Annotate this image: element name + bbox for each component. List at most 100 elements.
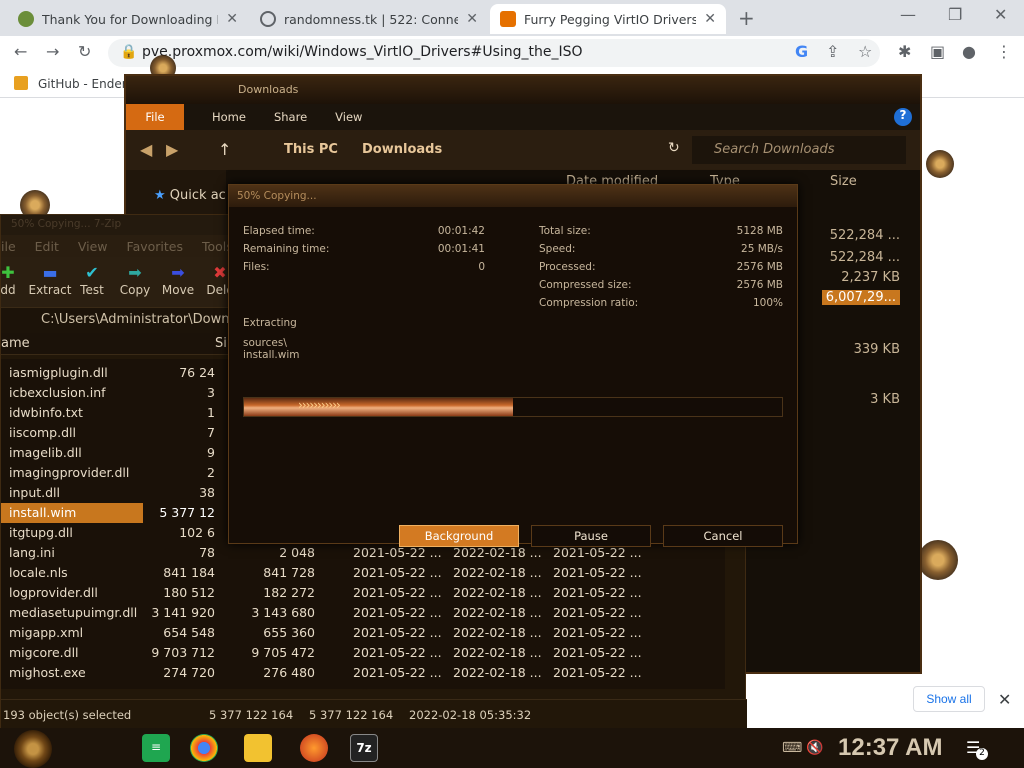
explorer-title-bar: Downloads (126, 76, 920, 104)
cell-name: install.wim (9, 505, 77, 520)
address-bar[interactable]: 🔒 pve.proxmox.com/wiki/Windows_VirtIO_Dr… (108, 39, 880, 67)
gear-icon (918, 540, 958, 580)
restore-icon[interactable]: ❐ (948, 5, 962, 24)
cell-name: lang.ini (9, 545, 55, 560)
menu-icon[interactable]: ⋮ (996, 42, 1012, 61)
menu-file[interactable]: ile (1, 239, 16, 254)
file-size-selected[interactable]: 6,007,29... (821, 290, 900, 305)
close-icon[interactable]: ✕ (704, 11, 716, 27)
column-size[interactable]: Size (830, 174, 857, 189)
forward-icon[interactable]: ▶ (166, 140, 178, 159)
cell-mod: 2021-05-22 ... (353, 565, 442, 580)
extensions-icon[interactable]: ✱ (898, 42, 911, 61)
help-icon[interactable]: ? (894, 108, 912, 126)
status-date: 2022-02-18 05:35:32 (409, 708, 532, 722)
speed-label: Speed: (539, 243, 576, 255)
minimize-icon[interactable]: — (900, 5, 916, 24)
background-button[interactable]: Background (399, 525, 519, 547)
cell-psize: 841 728 (263, 565, 315, 580)
file-size: 522,284 ... (829, 228, 900, 243)
table-row[interactable]: mighost.exe 274 720 276 480 2021-05-22 ... 2… (1, 663, 725, 683)
forward-icon[interactable]: → (46, 42, 59, 61)
new-tab-button[interactable]: + (738, 6, 755, 30)
breadcrumb-downloads[interactable]: Downloads (362, 142, 442, 157)
cancel-button[interactable]: Cancel (663, 525, 783, 547)
globe-icon (260, 11, 276, 27)
cell-name: iasmigplugin.dll (9, 365, 108, 380)
google-icon[interactable]: G (795, 42, 808, 61)
cell-size: 3 (207, 385, 215, 400)
elapsed-label: Elapsed time: (243, 225, 315, 237)
share-icon[interactable]: ⇪ (826, 42, 839, 61)
cell-cre: 2022-02-18 ... (453, 585, 542, 600)
remaining-label: Remaining time: (243, 243, 330, 255)
cell-mod: 2021-05-22 ... (353, 665, 442, 680)
refresh-icon[interactable]: ↻ (668, 140, 680, 156)
site-icon (18, 11, 34, 27)
browser-tab-3[interactable]: Furry Pegging VirtIO Drivers - Pro ✕ (490, 4, 726, 34)
ribbon-tab-view[interactable]: View (335, 110, 362, 124)
table-row[interactable]: migcore.dll 9 703 712 9 705 472 2021-05-22 … (1, 643, 725, 663)
cell-name: migapp.xml (9, 625, 84, 640)
table-row[interactable]: logprovider.dll 180 512 182 272 2021-05-22 … (1, 583, 725, 603)
dialog-title: 50% Copying... (229, 185, 797, 207)
up-icon[interactable]: ↑ (218, 140, 231, 159)
ribbon-tab-share[interactable]: Share (274, 110, 307, 124)
menu-view[interactable]: View (78, 239, 108, 254)
file-size: 339 KB (853, 342, 900, 357)
current-file-path: sources\ (243, 337, 287, 349)
compression-ratio-label: Compression ratio: (539, 297, 639, 309)
back-icon[interactable]: ◀ (140, 140, 152, 159)
column-name[interactable]: ame (1, 336, 30, 351)
menu-edit[interactable]: Edit (35, 239, 59, 254)
close-icon[interactable]: ✕ (998, 690, 1011, 709)
tool-label: Copy (119, 283, 151, 297)
nav-quick-access[interactable]: ★ Quick ac (154, 188, 226, 203)
back-icon[interactable]: ← (14, 42, 27, 61)
table-row[interactable]: mediasetupuimgr.dll 3 141 920 3 143 680 202… (1, 603, 725, 623)
column-size[interactable]: Si (215, 336, 227, 351)
close-icon[interactable]: ✕ (226, 11, 238, 27)
window-close-icon[interactable]: ✕ (994, 5, 1007, 24)
ribbon-tab-home[interactable]: Home (212, 110, 246, 124)
profile-icon[interactable]: ● (962, 42, 976, 61)
search-input[interactable]: Search Downloads (692, 136, 906, 164)
table-row[interactable]: migapp.xml 654 548 655 360 2021-05-22 ... 20… (1, 623, 725, 643)
ribbon-tab-file[interactable]: File (126, 104, 184, 130)
breadcrumb-this-pc[interactable]: This PC (284, 142, 338, 157)
browser-tab-1[interactable]: Thank You for Downloading Easy ✕ (8, 4, 248, 34)
start-button[interactable] (14, 730, 52, 768)
cell-name: itgtupg.dll (9, 525, 73, 540)
folder-icon[interactable] (244, 734, 272, 762)
volume-muted-icon[interactable]: 🔇 (806, 740, 823, 756)
network-icon[interactable]: ⌨ (782, 740, 802, 756)
bookmark-github[interactable]: GitHub - Endem (38, 77, 133, 91)
compression-ratio-value: 100% (752, 297, 783, 309)
7zip-icon[interactable]: 7z (350, 734, 378, 762)
url-text: pve.proxmox.com/wiki/Windows_VirtIO_Driv… (142, 44, 583, 60)
reload-icon[interactable]: ↻ (78, 42, 91, 61)
explorer-address-bar: ◀ ▶ ↑ This PC Downloads ↻ Search Downloa… (126, 130, 920, 170)
status-selected: 193 object(s) selected (3, 708, 132, 722)
cell-acc: 2021-05-22 ... (553, 645, 642, 660)
star-icon[interactable]: ☆ (858, 42, 872, 61)
cell-cre: 2022-02-18 ... (453, 545, 542, 560)
processed-value: 2576 MB (736, 261, 783, 273)
cell-name: migcore.dll (9, 645, 79, 660)
menu-favorites[interactable]: Favorites (127, 239, 183, 254)
app-icon-sheets[interactable]: ≡ (142, 734, 170, 762)
close-icon[interactable]: ✕ (466, 11, 478, 27)
speed-value: 25 MB/s (741, 243, 783, 255)
cell-acc: 2021-05-22 ... (553, 565, 642, 580)
chrome-icon[interactable] (190, 734, 218, 762)
taskbar-clock[interactable]: 12:37 AM (838, 734, 942, 762)
pause-button[interactable]: Pause (531, 525, 651, 547)
cell-psize: 182 272 (263, 585, 315, 600)
cell-size: 180 512 (163, 585, 215, 600)
table-row[interactable]: locale.nls 841 184 841 728 2021-05-22 ... 20… (1, 563, 725, 583)
progress-arrows-icon: ››››››››››› (298, 398, 341, 412)
firefox-icon[interactable] (300, 734, 328, 762)
show-all-button[interactable]: Show all (913, 686, 985, 712)
sidepanel-icon[interactable]: ▣ (930, 42, 945, 61)
browser-tab-2[interactable]: randomness.tk | 522: Connection ✕ (250, 4, 488, 34)
